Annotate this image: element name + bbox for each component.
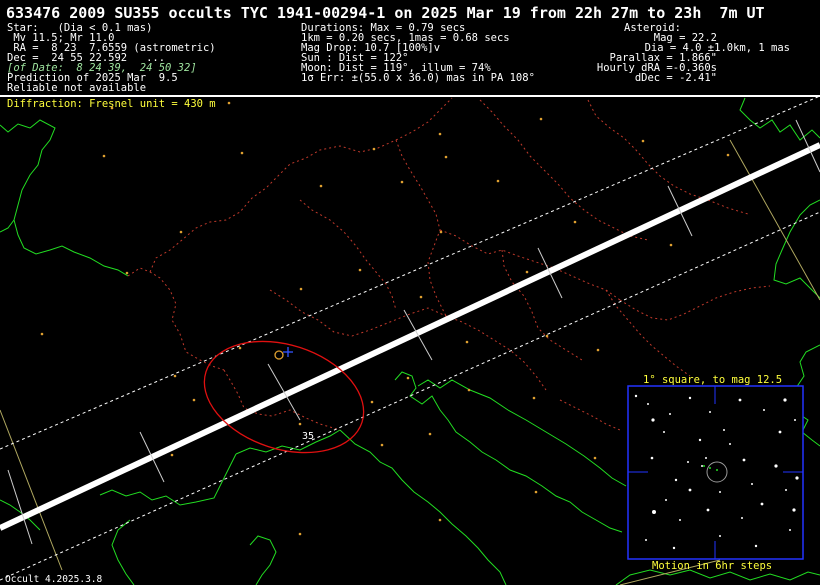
coastline: [739, 97, 820, 141]
inset-title: 1° square, to mag 12.5: [643, 374, 782, 386]
diffraction-note: Diffraction: Fresnel unit = 430 m: [7, 98, 216, 110]
asteroid-line: dDec = -2.41": [634, 72, 717, 84]
star-field-inset: 1° square, to mag 12.5 Motion in 6hr ste…: [627, 374, 804, 572]
software-version: Occult 4.2025.3.8: [5, 574, 103, 585]
coastline: [111, 519, 135, 585]
grid-line: [0, 409, 63, 571]
coastline: [394, 371, 623, 533]
ellipse-label: 35: [302, 431, 314, 442]
star-line: Reliable not available: [7, 82, 147, 94]
site-markers: [40, 101, 730, 536]
coastline: [773, 199, 820, 299]
coastline: [0, 219, 15, 233]
inset-footer: Motion in 6hr steps: [652, 560, 772, 572]
header-divider: [0, 95, 820, 97]
coastline: [339, 429, 507, 585]
plus-icon: [283, 347, 293, 357]
coastline: [249, 535, 277, 585]
coastline: [615, 569, 820, 585]
observer-site-marker: [274, 350, 284, 360]
page-title: 633476 2009 SU355 occults TYC 1941-00294…: [6, 4, 765, 22]
event-line: 1σ Err: ±(55.0 x 36.0) mas in PA 108°: [301, 72, 535, 84]
coastline: [417, 379, 627, 487]
coastline: [99, 453, 237, 506]
coastline: [0, 119, 129, 277]
